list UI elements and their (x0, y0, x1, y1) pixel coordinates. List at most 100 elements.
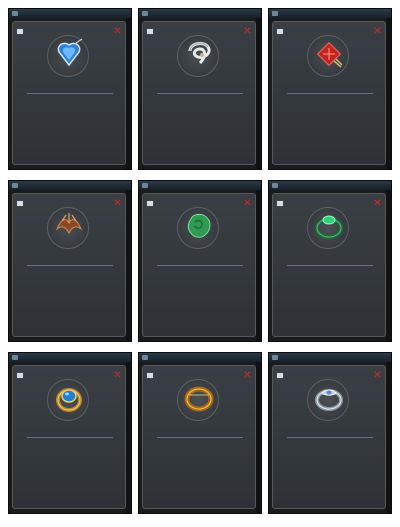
item-card-6: ✕ (268, 180, 392, 342)
close-icon[interactable]: ✕ (243, 27, 252, 37)
tag-icon (276, 28, 284, 35)
stat-list (19, 281, 121, 287)
card-titlebar (269, 353, 391, 362)
card-titlebar (9, 353, 131, 362)
window-icon (272, 11, 278, 16)
divider (157, 437, 243, 438)
stat-list (279, 453, 381, 489)
close-icon[interactable]: ✕ (373, 371, 382, 381)
window-icon (12, 355, 18, 360)
close-icon[interactable]: ✕ (113, 371, 122, 381)
stat-list (149, 453, 251, 477)
tag-row (276, 372, 286, 379)
window-icon (142, 355, 148, 360)
divider (27, 265, 113, 266)
stat-list (19, 453, 121, 489)
panel-side-bar (126, 362, 131, 513)
item-card-9: ✕ (268, 352, 392, 514)
tag-icon (146, 372, 154, 379)
stat-list (149, 109, 251, 121)
stat-list (19, 109, 121, 127)
close-icon[interactable]: ✕ (373, 27, 382, 37)
card-titlebar (9, 9, 131, 18)
green-gem-ring-icon (315, 215, 343, 239)
bronze-wing-emblem-icon (55, 213, 83, 235)
card-titlebar (139, 9, 261, 18)
divider (287, 437, 373, 438)
divider (27, 93, 113, 94)
item-card-1: ✕ (8, 8, 132, 170)
red-knot-charm-icon (316, 41, 343, 68)
stat-row (19, 121, 121, 127)
close-icon[interactable]: ✕ (113, 27, 122, 37)
divider (157, 265, 243, 266)
window-icon (142, 11, 148, 16)
stat-list (279, 109, 381, 121)
window-icon (12, 183, 18, 188)
item-card-7: ✕ (8, 352, 132, 514)
tag-icon (16, 372, 24, 379)
stat-row (279, 311, 381, 317)
item-card-3: ✕ (268, 8, 392, 170)
item-tooltip-grid: ✕ ✕ ✕ ✕ ✕ ✕ ✕ ✕ ✕ (0, 0, 400, 527)
item-card-5: ✕ (138, 180, 262, 342)
divider (287, 93, 373, 94)
window-icon (12, 11, 18, 16)
tag-icon (146, 200, 154, 207)
close-icon[interactable]: ✕ (373, 199, 382, 209)
tag-icon (16, 28, 24, 35)
close-icon[interactable]: ✕ (113, 199, 122, 209)
silver-ornate-ring-icon (315, 389, 343, 411)
panel-side-bar (256, 18, 261, 169)
stat-row (149, 281, 251, 287)
stat-row (19, 281, 121, 287)
divider (27, 437, 113, 438)
tag-row (146, 372, 156, 379)
panel-side-bar (126, 190, 131, 341)
card-titlebar (269, 9, 391, 18)
tag-icon (276, 372, 284, 379)
stat-row (19, 483, 121, 489)
gold-band-ring-icon (184, 386, 214, 412)
panel-side-bar (386, 18, 391, 169)
panel-side-bar (256, 362, 261, 513)
shield-pendant-icon (57, 38, 83, 67)
item-card-2: ✕ (138, 8, 262, 170)
close-icon[interactable]: ✕ (243, 371, 252, 381)
tag-row (16, 372, 26, 379)
window-icon (272, 183, 278, 188)
tag-icon (146, 28, 154, 35)
stat-list (149, 281, 251, 287)
card-titlebar (269, 181, 391, 190)
tag-icon (276, 200, 284, 207)
gold-blue-gem-ring-icon (56, 388, 82, 412)
close-icon[interactable]: ✕ (243, 199, 252, 209)
tag-icon (16, 200, 24, 207)
stat-row (149, 471, 251, 477)
window-icon (142, 183, 148, 188)
jade-charm-icon (187, 213, 211, 238)
stat-row (279, 483, 381, 489)
panel-side-bar (386, 190, 391, 341)
card-titlebar (139, 181, 261, 190)
card-titlebar (9, 181, 131, 190)
tag-row (276, 28, 286, 35)
window-icon (272, 355, 278, 360)
panel-side-bar (256, 190, 261, 341)
knot-amulet-icon (188, 42, 211, 65)
stat-list (279, 281, 381, 317)
panel-side-bar (386, 362, 391, 513)
divider (287, 265, 373, 266)
panel-side-bar (126, 18, 131, 169)
divider (157, 93, 243, 94)
stat-row (279, 115, 381, 121)
tag-row (146, 28, 156, 35)
item-card-4: ✕ (8, 180, 132, 342)
tag-row (16, 28, 26, 35)
tag-row (276, 200, 286, 207)
tag-row (16, 200, 26, 207)
stat-row (149, 115, 251, 121)
item-card-8: ✕ (138, 352, 262, 514)
card-titlebar (139, 353, 261, 362)
tag-row (146, 200, 156, 207)
